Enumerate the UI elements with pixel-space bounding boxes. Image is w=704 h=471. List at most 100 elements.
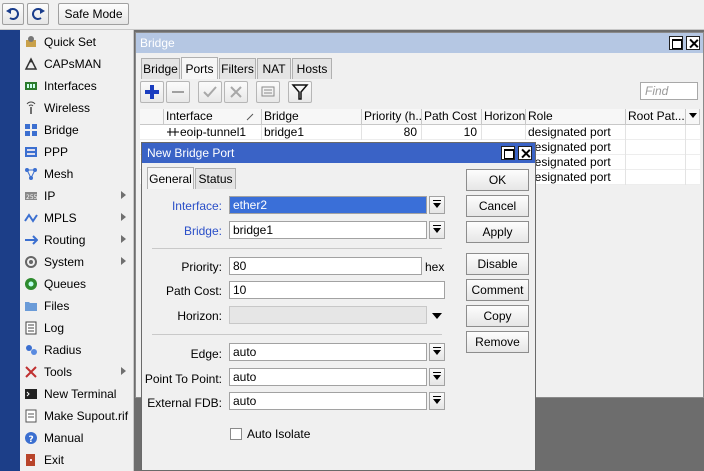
check-icon xyxy=(203,86,217,98)
disable-button[interactable]: Disable xyxy=(466,253,529,275)
filter-button[interactable] xyxy=(288,81,312,103)
column-header-flags[interactable] xyxy=(140,109,164,125)
edge-dropdown[interactable] xyxy=(429,343,445,361)
column-header-root-path[interactable]: Root Pat... xyxy=(626,109,686,125)
bridge-window-titlebar[interactable]: Bridge xyxy=(136,33,703,53)
maximize-icon[interactable] xyxy=(669,36,683,50)
sidebar-item-routing[interactable]: Routing xyxy=(20,229,134,251)
tab-nat[interactable]: NAT xyxy=(257,58,291,79)
sidebar-item-label: Files xyxy=(44,299,70,313)
redo-icon xyxy=(32,8,45,20)
sidebar-item-files[interactable]: Files xyxy=(20,295,134,317)
column-header-horizon[interactable]: Horizon xyxy=(482,109,526,125)
cancel-button[interactable]: Cancel xyxy=(466,195,529,217)
priority-field[interactable]: 80 xyxy=(229,257,422,275)
sidebar-item-label: Queues xyxy=(44,277,87,291)
x-icon xyxy=(230,86,242,98)
bridge-dropdown[interactable] xyxy=(429,221,445,239)
chevron-down-icon xyxy=(689,113,697,118)
sidebar-item-ppp[interactable]: PPP xyxy=(20,141,134,163)
sidebar-item-wireless[interactable]: Wireless xyxy=(20,97,134,119)
sidebar-item-radius[interactable]: Radius xyxy=(20,339,134,361)
remove-button[interactable]: Remove xyxy=(466,331,529,353)
sidebar-item-queues[interactable]: Queues xyxy=(20,273,134,295)
sidebar-item-label: CAPsMAN xyxy=(44,57,102,71)
apply-button[interactable]: Apply xyxy=(466,221,529,243)
bridge-field[interactable]: bridge1 xyxy=(229,221,427,239)
tab-hosts[interactable]: Hosts xyxy=(292,58,332,79)
sidebar-item-label: IP xyxy=(44,189,56,203)
sidebar-item-bridge[interactable]: Bridge xyxy=(20,119,134,141)
cell-role: designated port xyxy=(526,170,626,185)
redo-button[interactable] xyxy=(27,3,49,25)
safe-mode-button[interactable]: Safe Mode xyxy=(58,3,129,25)
sidebar-item-quick-set[interactable]: Quick Set xyxy=(20,31,134,53)
auto-isolate-checkbox[interactable] xyxy=(230,428,242,440)
exit-icon xyxy=(26,454,35,466)
auto-isolate-label: Auto Isolate xyxy=(247,427,311,441)
tab-bridge[interactable]: Bridge xyxy=(141,58,180,79)
sidebar-item-mesh[interactable]: Mesh xyxy=(20,163,134,185)
column-header-role[interactable]: Role xyxy=(526,109,626,125)
divider xyxy=(152,248,442,249)
path-cost-label: Path Cost: xyxy=(165,284,222,298)
column-header-bridge[interactable]: Bridge xyxy=(262,109,362,125)
submenu-arrow-icon xyxy=(121,367,126,375)
tab-status[interactable]: Status xyxy=(195,168,236,189)
external-fdb-field[interactable]: auto xyxy=(229,392,427,410)
bridge-icon xyxy=(25,124,37,136)
interfaces-icon xyxy=(25,82,37,90)
horizon-dropdown[interactable] xyxy=(432,310,444,322)
sidebar-item-label: Log xyxy=(44,321,65,335)
close-icon[interactable] xyxy=(686,36,700,50)
interface-dropdown[interactable] xyxy=(429,196,445,214)
column-menu-button[interactable] xyxy=(686,109,700,125)
add-button[interactable] xyxy=(140,81,164,103)
sidebar-item-label: Quick Set xyxy=(44,35,97,49)
point-to-point-dropdown[interactable] xyxy=(429,368,445,386)
maximize-icon[interactable] xyxy=(501,146,515,160)
point-to-point-field[interactable]: auto xyxy=(229,368,427,386)
sidebar-item-manual[interactable]: ? Manual xyxy=(20,427,134,449)
disable-button[interactable] xyxy=(224,81,248,103)
interface-field[interactable]: ether2 xyxy=(229,196,427,214)
undo-button[interactable] xyxy=(2,3,24,25)
column-header-priority[interactable]: Priority (h... xyxy=(362,109,422,125)
horizon-field[interactable] xyxy=(229,306,427,324)
sidebar-item-ip[interactable]: 255 IP xyxy=(20,185,134,207)
enable-button[interactable] xyxy=(198,81,222,103)
find-input[interactable]: Find xyxy=(640,82,698,100)
sidebar-item-label: Make Supout.rif xyxy=(44,409,129,423)
column-header-path-cost[interactable]: Path Cost xyxy=(422,109,482,125)
tab-filters[interactable]: Filters xyxy=(219,58,256,79)
sidebar-item-log[interactable]: Log xyxy=(20,317,134,339)
sidebar-item-interfaces[interactable]: Interfaces xyxy=(20,75,134,97)
queues-icon xyxy=(25,278,37,290)
sidebar-item-label: Mesh xyxy=(44,167,74,181)
priority-label: Priority: xyxy=(181,260,222,274)
path-cost-field[interactable]: 10 xyxy=(229,281,445,299)
sidebar-item-make-supout[interactable]: Make Supout.rif xyxy=(20,405,134,427)
tab-ports[interactable]: Ports xyxy=(181,57,218,79)
close-icon[interactable] xyxy=(518,146,532,160)
submenu-arrow-icon xyxy=(121,213,126,221)
sidebar-item-mpls[interactable]: MPLS xyxy=(20,207,134,229)
sidebar-item-exit[interactable]: Exit xyxy=(20,449,134,471)
comment-button[interactable]: Comment xyxy=(466,279,529,301)
remove-button[interactable] xyxy=(166,81,190,103)
dialog-titlebar[interactable]: New Bridge Port xyxy=(142,143,535,163)
edge-field[interactable]: auto xyxy=(229,343,427,361)
sidebar-item-capsman[interactable]: CAPsMAN xyxy=(20,53,134,75)
system-icon xyxy=(25,256,37,268)
cell-horizon xyxy=(482,125,526,140)
copy-button[interactable]: Copy xyxy=(466,305,529,327)
tab-general[interactable]: General xyxy=(147,167,194,189)
ok-button[interactable]: OK xyxy=(466,169,529,191)
sidebar-item-tools[interactable]: Tools xyxy=(20,361,134,383)
cell-path-cost: 10 xyxy=(422,125,482,140)
sidebar-item-system[interactable]: System xyxy=(20,251,134,273)
sidebar-item-new-terminal[interactable]: New Terminal xyxy=(20,383,134,405)
comment-button[interactable] xyxy=(256,81,280,103)
external-fdb-dropdown[interactable] xyxy=(429,392,445,410)
bridge-label: Bridge: xyxy=(183,224,222,238)
